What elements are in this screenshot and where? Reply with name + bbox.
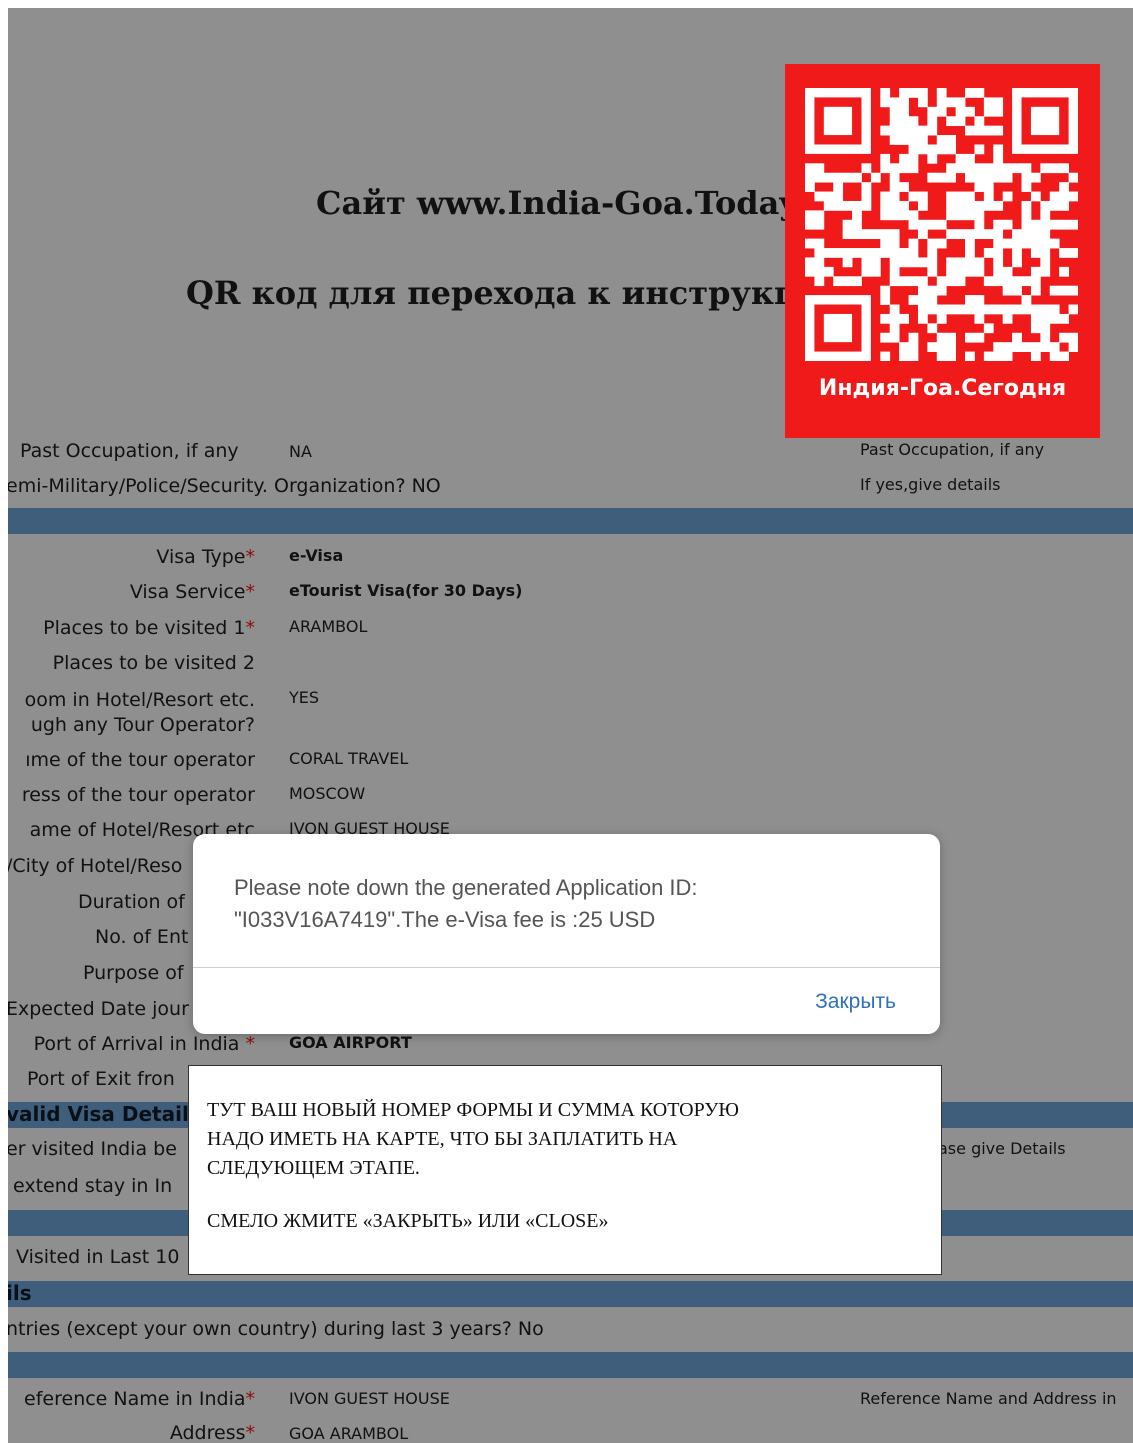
site-title: Сайт www.India-Goa.Today: [316, 184, 798, 222]
right-details-label: If yes,give details: [860, 475, 1001, 494]
reference-right-label: Reference Name and Address in: [860, 1389, 1117, 1408]
places-visited-2-label: Places to be visited 2: [52, 652, 255, 674]
reference-address-value: GOA ARAMBOL: [289, 1424, 409, 1443]
tour-operator-name-label: ıme of the tour operator: [25, 749, 255, 771]
reference-address-label: Address*: [169, 1422, 255, 1443]
visa-service-label: Visa Service*: [129, 581, 255, 603]
port-arrival-value: GOA AIRPORT: [289, 1033, 412, 1052]
application-id-dialog: Please note down the generated Applicati…: [193, 834, 940, 1034]
duration-label: Duration of: [78, 891, 185, 913]
form-page: Сайт www.India-Goa.Today QR код для пере…: [8, 8, 1133, 1443]
qr-instruction-title: QR код для перехода к инструкции: [186, 274, 846, 312]
visa-service-value: eTourist Visa(for 30 Days): [289, 581, 523, 600]
dialog-divider: [193, 967, 940, 968]
dialog-message: Please note down the generated Applicati…: [234, 875, 698, 932]
note-action-text: СМЕЛО ЖМИТЕ «ЗАКРЫТЬ» ИЛИ «CLOSE»: [207, 1210, 609, 1232]
give-details-label: ase give Details: [938, 1139, 1066, 1158]
expected-date-label: Expected Date jour: [8, 998, 189, 1020]
section-header-visa: [8, 508, 1133, 534]
tour-operator-address-label: ress of the tour operator: [21, 784, 255, 806]
hotel-booking-value: YES: [289, 688, 320, 707]
reference-name-value: IVON GUEST HOUSE: [289, 1389, 450, 1408]
visited-india-before-label: er visited India be: [8, 1138, 177, 1160]
military-organization-question: emi-Military/Police/Security. Organizati…: [8, 475, 441, 497]
section-header-reference: [8, 1352, 1133, 1378]
hotel-booking-question: oom in Hotel/Resort etc. ugh any Tour Op…: [24, 689, 255, 736]
past-occupation-label: Past Occupation, if any: [20, 440, 239, 462]
previous-visa-section-title: valid Visa Details: [8, 1102, 201, 1126]
qr-caption: Индия-Гоа.Сегодня: [818, 376, 1067, 401]
right-past-occupation-label: Past Occupation, if any: [860, 440, 1045, 459]
qr-code-banner[interactable]: Индия-Гоа.Сегодня: [785, 64, 1100, 438]
visited-last-10-label: Visited in Last 10: [16, 1246, 180, 1268]
places-visited-1-label: Places to be visited 1*: [43, 617, 255, 639]
extend-stay-label: extend stay in In: [13, 1175, 173, 1197]
section-header-other: ils: [8, 1281, 1133, 1307]
places-visited-1-value: ARAMBOL: [289, 617, 368, 636]
tour-operator-name-value: CORAL TRAVEL: [289, 749, 409, 768]
past-occupation-value: NA: [289, 442, 312, 461]
visa-type-label: Visa Type*: [156, 546, 255, 568]
port-exit-label: Port of Exit fron: [27, 1068, 175, 1090]
countries-visited-question: ntries (except your own country) during …: [8, 1318, 544, 1340]
instruction-note: ТУТ ВАШ НОВЫЙ НОМЕР ФОРМЫ И СУММА КОТОРУ…: [188, 1065, 942, 1275]
reference-name-label: eference Name in India*: [24, 1388, 255, 1410]
close-button[interactable]: Закрыть: [815, 990, 896, 1014]
purpose-label: Purpose of: [83, 962, 184, 984]
hotel-city-label: /City of Hotel/Reso: [8, 855, 183, 877]
qr-code-icon: [805, 88, 1078, 361]
port-arrival-label: Port of Arrival in India *: [33, 1033, 255, 1055]
note-text: ТУТ ВАШ НОВЫЙ НОМЕР ФОРМЫ И СУММА КОТОРУ…: [207, 1099, 739, 1179]
other-section-title: ils: [8, 1281, 32, 1305]
visa-type-value: e-Visa: [289, 546, 344, 565]
entries-label: No. of Ent: [95, 926, 189, 948]
tour-operator-address-value: MOSCOW: [289, 784, 366, 803]
